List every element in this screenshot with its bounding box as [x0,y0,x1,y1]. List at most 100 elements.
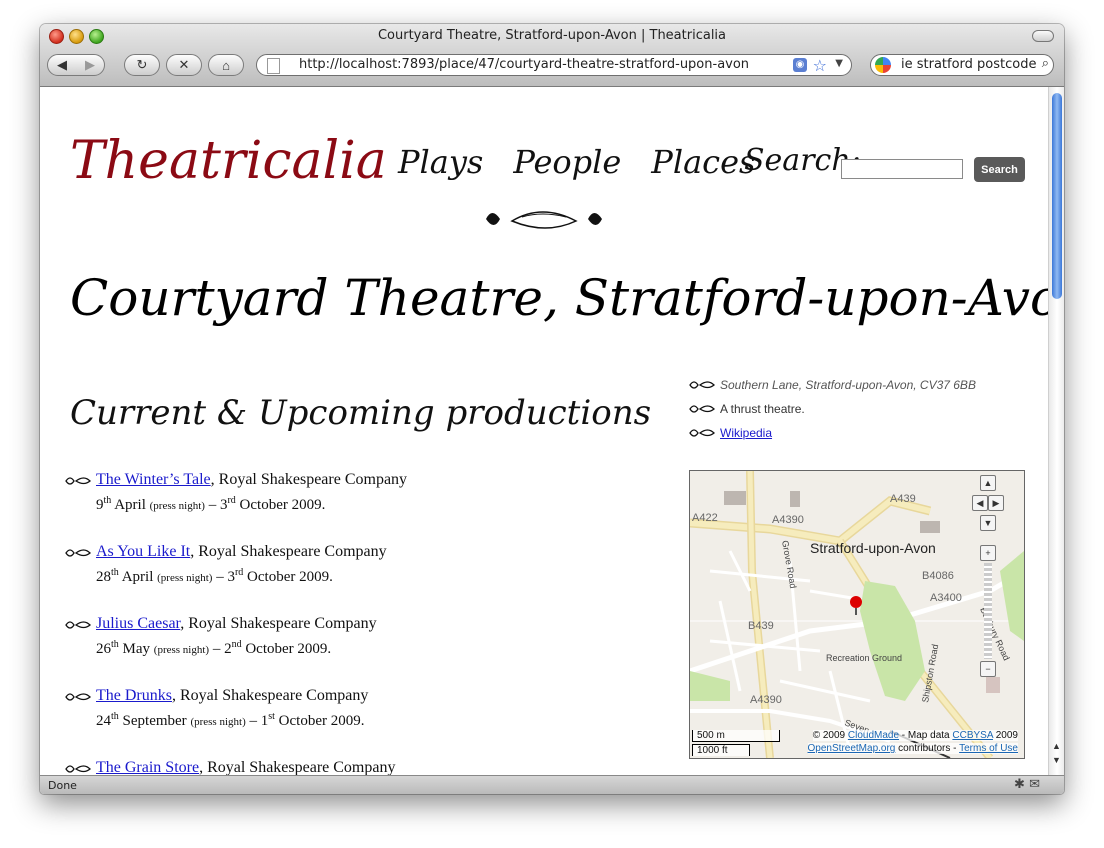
rss-icon[interactable]: ◉ [793,58,807,72]
scroll-down-arrow-icon[interactable]: ▼ [1052,755,1061,765]
press-night-label: (press night) [149,500,205,512]
chevron-down-icon[interactable]: ▼ [835,58,843,69]
nav-people[interactable]: People [513,143,621,181]
forward-arrow-icon[interactable]: ▶ [85,57,95,73]
road-label: B439 [748,620,774,632]
road-label: Recreation Ground [826,653,902,663]
google-icon[interactable] [875,57,891,73]
company-name: , Royal Shakespeare Company [171,687,369,704]
bookmark-star-icon[interactable]: ☆ [813,56,827,75]
start-suffix: th [103,495,112,506]
page-content: Theatricalia Plays People Places Search:… [40,87,1048,775]
zoom-out-button[interactable]: − [980,661,996,677]
start-month: April [121,569,154,585]
road-label: A4390 [772,514,804,526]
map-city-label: Stratford-upon-Avon [810,540,936,556]
vertical-scrollbar[interactable]: ▲ ▼ [1048,87,1064,775]
pan-left-button[interactable]: ◀ [972,495,988,511]
section-title: Current & Upcoming productions [70,393,652,433]
end-date: October 2009. [247,569,333,585]
terms-link[interactable]: Terms of Use [959,743,1018,754]
map-footer: 500 m 1000 ft © 2009 CloudMade - Map dat… [690,730,1024,758]
address-text: Southern Lane, Stratford-upon-Avon, CV37… [720,378,976,392]
bullet-icon [689,381,715,389]
location-map[interactable]: A439 A422 A4390 B4086 A3400 B439 A4390 G… [689,470,1025,759]
bug-icon[interactable]: ✱ [1014,777,1025,792]
page-title: Courtyard Theatre, Stratford-upon-Avon [70,269,1048,327]
pan-right-button[interactable]: ▶ [988,495,1004,511]
bullet-icon [65,765,91,773]
browser-search-text[interactable]: ie stratford postcode [901,57,1036,72]
play-link[interactable]: The Grain Store [96,759,199,775]
stop-button[interactable]: ✕ [166,54,202,76]
search-icon[interactable]: ⌕ [1041,56,1049,71]
bullet-icon [689,405,715,413]
scroll-up-arrow-icon[interactable]: ▲ [1052,741,1061,751]
attr-mid: - Map data [899,730,953,741]
description-row: A thrust theatre. [688,401,1028,425]
attr-contrib: contributors - [895,743,960,754]
end-suffix: nd [231,639,242,650]
bullet-icon [65,693,91,701]
back-forward-buttons[interactable]: ◀ ▶ [47,54,105,76]
back-arrow-icon[interactable]: ◀ [57,57,67,73]
nav-places[interactable]: Places [651,143,755,181]
ornament-divider [486,211,602,229]
road-label: A422 [692,512,718,524]
main-nav: Plays People Places [398,143,755,181]
browser-search-field[interactable]: ie stratford postcode ⌕ [870,54,1054,76]
company-name: , Royal Shakespeare Company [190,543,387,560]
search-button[interactable]: Search [974,157,1025,182]
bullet-icon [65,477,91,485]
list-item: Julius Caesar, Royal Shakespeare Company… [64,615,624,687]
bullet-icon [65,621,91,629]
zoom-in-button[interactable]: + [980,545,996,561]
pan-down-button[interactable]: ▼ [980,515,996,531]
search-input[interactable] [841,159,963,179]
toolbar-toggle-button[interactable] [1032,30,1054,42]
close-icon: ✕ [178,57,190,72]
home-button[interactable]: ⌂ [208,54,244,76]
company-name: , Royal Shakespeare Company [210,471,408,488]
start-suffix: th [111,639,119,650]
reload-icon: ↻ [136,57,148,72]
road-label: A439 [890,493,916,505]
productions-list: The Winter’s Tale, Royal Shakespeare Com… [64,471,624,775]
reload-button[interactable]: ↻ [124,54,160,76]
site-logo[interactable]: Theatricalia [70,131,387,191]
url-text[interactable]: http://localhost:7893/place/47/courtyard… [299,57,749,72]
map-canvas[interactable]: A439 A422 A4390 B4086 A3400 B439 A4390 G… [690,471,1024,758]
list-item: As You Like It, Royal Shakespeare Compan… [64,543,624,615]
company-name: , Royal Shakespeare Company [199,759,396,775]
start-month: April [114,497,146,513]
wikipedia-row: Wikipedia [688,425,1028,449]
attr-prefix: © 2009 [812,730,848,741]
play-link[interactable]: As You Like It [96,543,190,560]
end-day: 2 [224,641,232,657]
start-month: May [122,641,151,657]
wikipedia-link[interactable]: Wikipedia [720,426,772,440]
play-link[interactable]: The Drunks [96,687,172,704]
window-title: Courtyard Theatre, Stratford-upon-Avon |… [377,28,727,43]
nav-plays[interactable]: Plays [398,143,483,181]
play-link[interactable]: Julius Caesar [96,615,180,632]
scrollbar-thumb[interactable] [1052,93,1062,299]
zoom-slider[interactable] [984,563,992,659]
pan-up-button[interactable]: ▲ [980,475,996,491]
license-link[interactable]: CCBYSA [952,730,993,741]
osm-link[interactable]: OpenStreetMap.org [808,743,896,754]
address-bar[interactable]: http://localhost:7893/place/47/courtyard… [256,54,852,76]
play-link[interactable]: The Winter’s Tale [96,471,211,488]
road-label: B4086 [922,570,954,582]
cloudmade-link[interactable]: CloudMade [848,730,899,741]
end-suffix: rd [227,495,236,506]
status-text: Done [48,779,77,792]
twitter-icon[interactable]: ✉ [1029,777,1040,792]
map-attribution: © 2009 CloudMade - Map data CCBYSA 2009 [812,730,1018,741]
list-item: The Winter’s Tale, Royal Shakespeare Com… [64,471,624,543]
start-suffix: th [111,567,119,578]
map-attribution-2: OpenStreetMap.org contributors - Terms o… [807,743,1018,754]
press-night-label: (press night) [190,716,246,728]
start-day: 9 [96,497,104,513]
home-icon: ⌂ [222,57,230,73]
